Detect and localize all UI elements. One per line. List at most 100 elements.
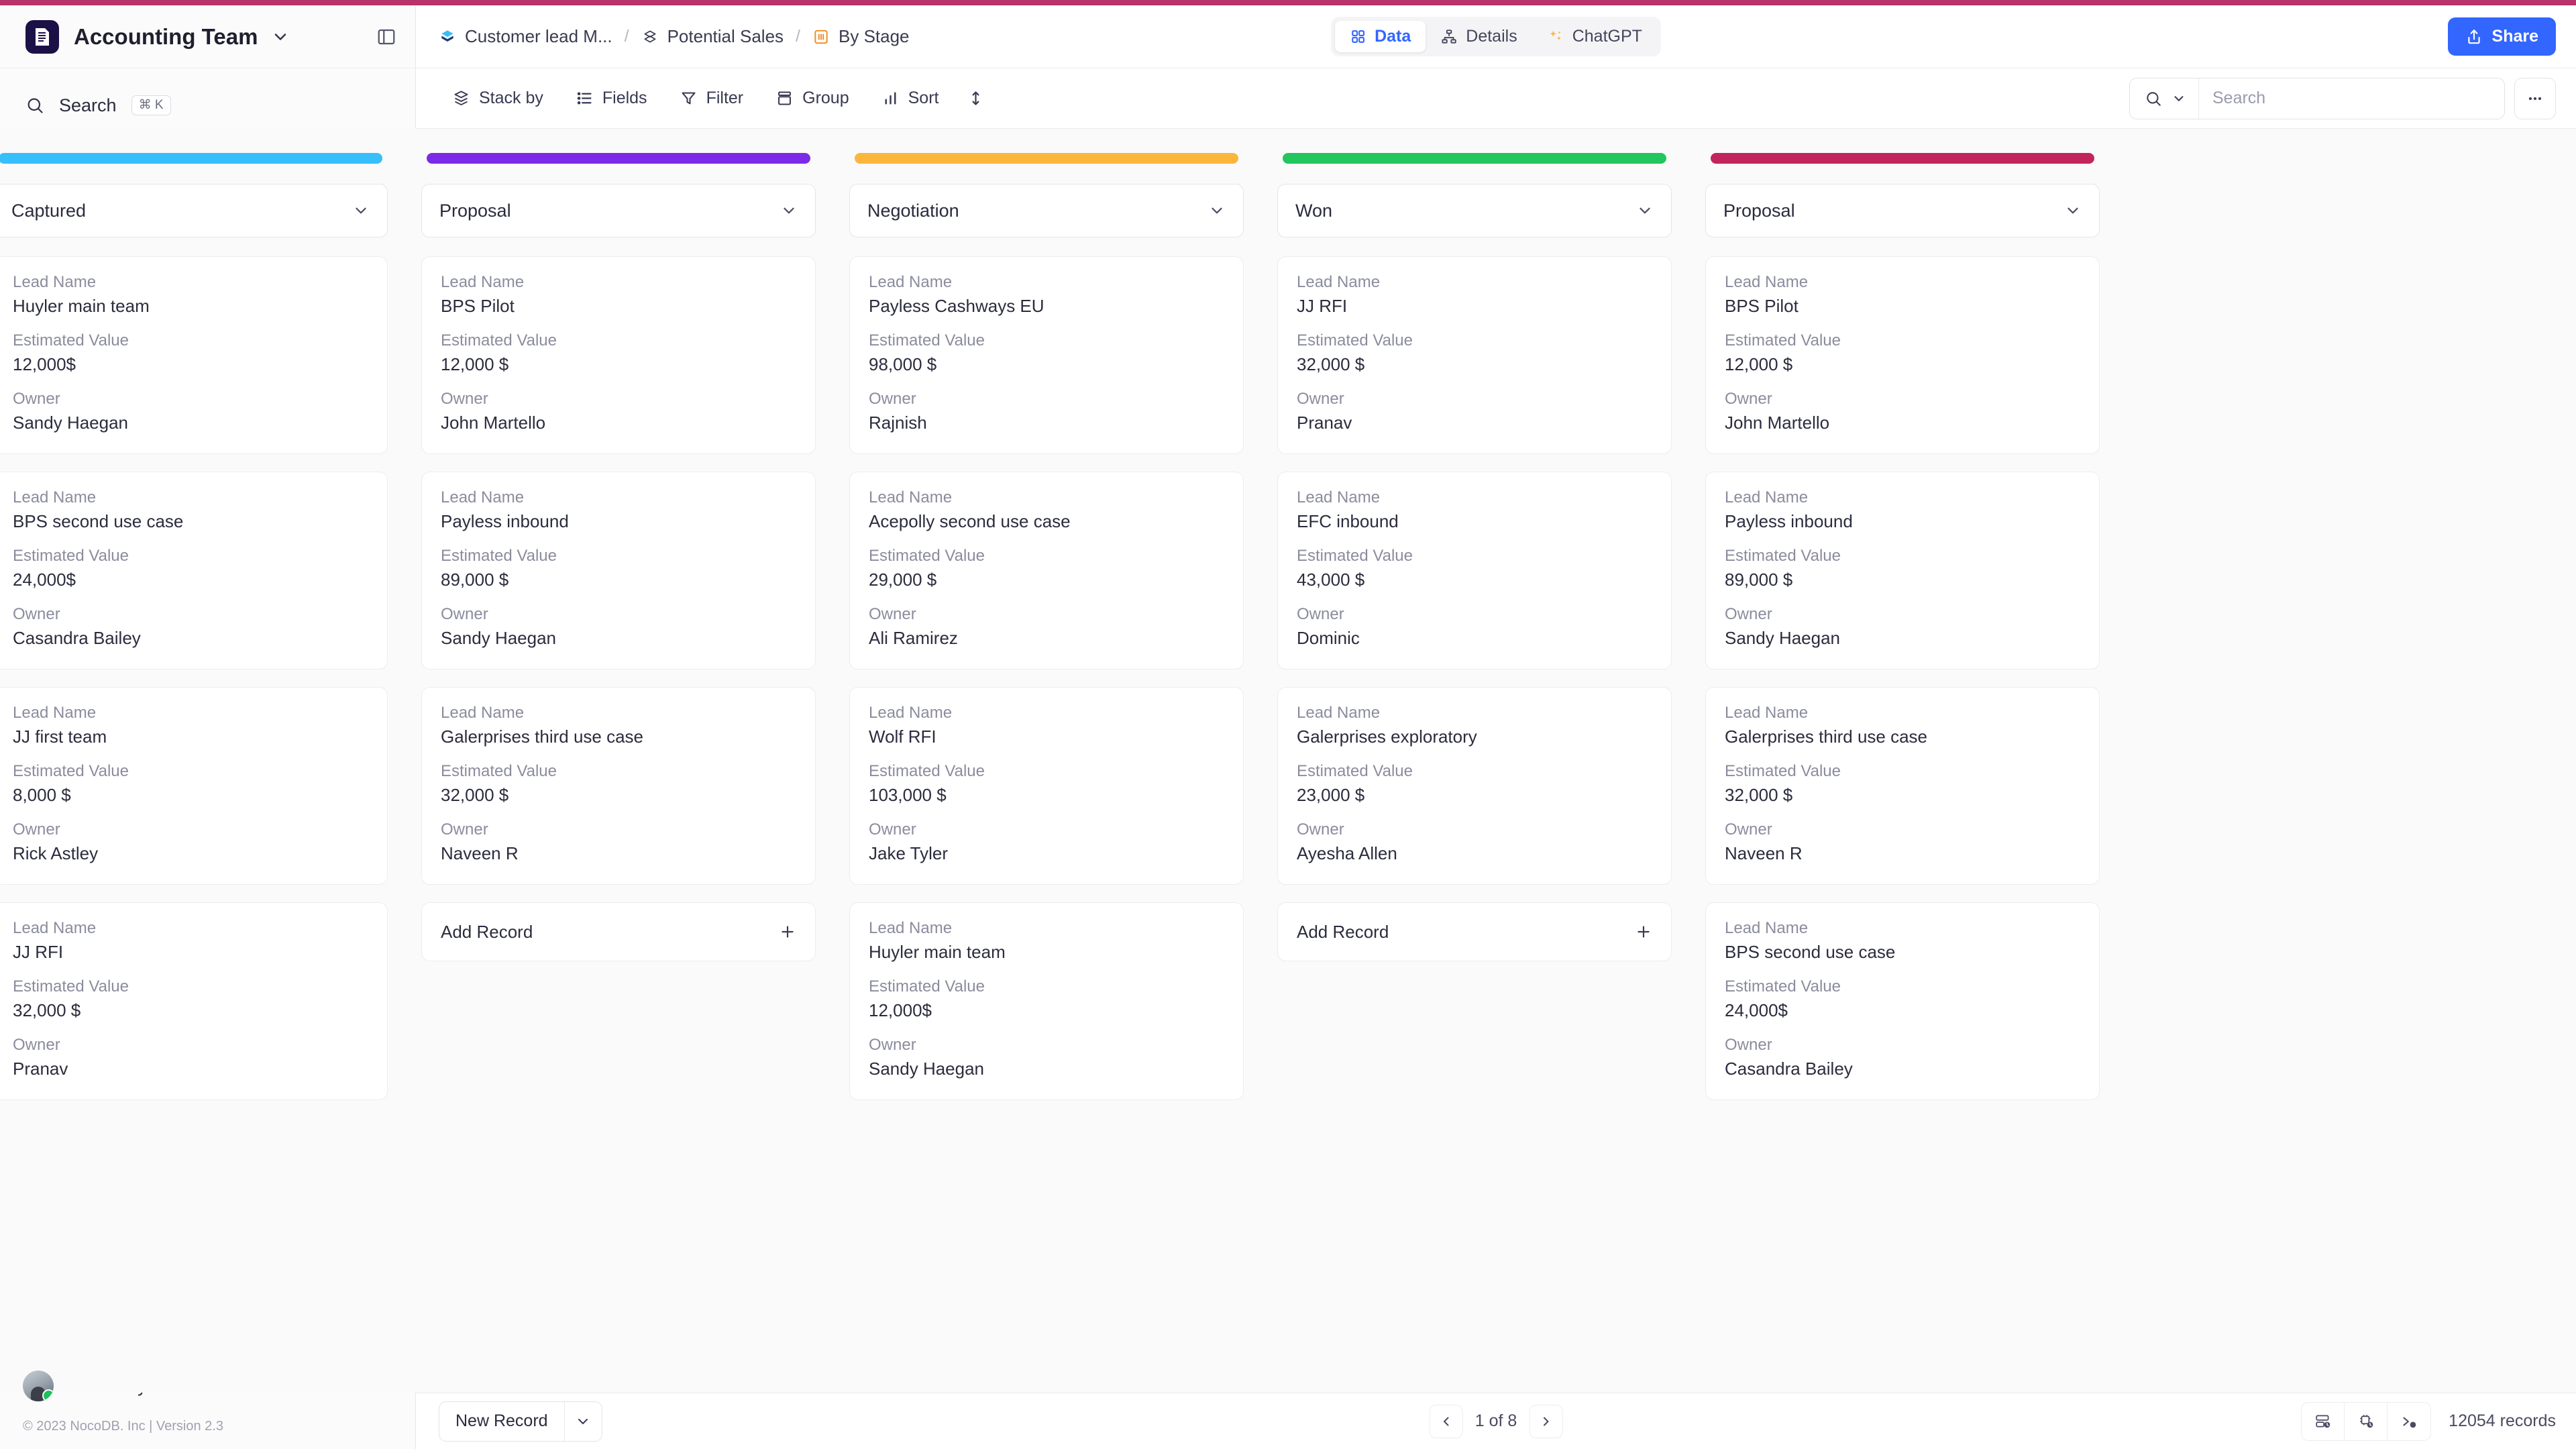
field-label-lead-name: Lead Name — [1725, 488, 2080, 507]
kanban-card[interactable]: Lead NameJJ RFIEstimated Value32,000 $Ow… — [1277, 256, 1672, 454]
prev-page-button[interactable] — [1430, 1405, 1463, 1438]
breadcrumb-separator: / — [625, 27, 629, 46]
field-label-lead-name: Lead Name — [441, 704, 796, 722]
kanban-card[interactable]: Lead NameWolf RFIEstimated Value103,000 … — [849, 687, 1244, 885]
sort-bars-icon — [881, 89, 900, 107]
chevron-down-icon[interactable] — [780, 202, 798, 219]
field-label-lead-name: Lead Name — [869, 488, 1224, 507]
api-snippet-icon[interactable] — [2387, 1403, 2430, 1440]
breadcrumb: Customer lead M... / Potential Sales / B… — [439, 26, 910, 47]
tab-data[interactable]: Data — [1335, 21, 1426, 52]
breadcrumb-table[interactable]: Potential Sales — [641, 26, 784, 47]
kanban-card[interactable]: Lead NameHuyler main teamEstimated Value… — [849, 902, 1244, 1100]
group-button[interactable]: Group — [762, 80, 862, 116]
field-label-owner: Owner — [1297, 390, 1652, 409]
field-value-lead-name: JJ RFI — [1297, 296, 1652, 317]
chevron-down-icon[interactable] — [1636, 202, 1654, 219]
field-value-lead-name: BPS second use case — [1725, 942, 2080, 963]
kanban-card[interactable]: Lead NameBPS PilotEstimated Value12,000 … — [421, 256, 816, 454]
automation-history-icon[interactable] — [2345, 1403, 2387, 1440]
next-page-button[interactable] — [1529, 1405, 1562, 1438]
search-scope-selector[interactable] — [2130, 78, 2199, 119]
kanban-card[interactable]: Lead NameGalerprises third use caseEstim… — [1705, 687, 2100, 885]
sort-button[interactable]: Sort — [868, 80, 953, 116]
chevron-down-icon[interactable] — [564, 1402, 602, 1441]
kanban-column-header[interactable]: Won — [1277, 184, 1672, 237]
new-record-button[interactable]: New Record — [439, 1401, 602, 1442]
field-value-estimated-value: 8,000 $ — [13, 785, 368, 806]
chevron-down-icon[interactable] — [271, 28, 290, 46]
kanban-column-header[interactable]: Proposal — [421, 184, 816, 237]
stack-by-button[interactable]: Stack by — [439, 80, 557, 116]
row-history-icon[interactable] — [2302, 1403, 2345, 1440]
kanban-column-header[interactable]: Negotiation — [849, 184, 1244, 237]
sidebar-toggle-icon[interactable] — [376, 27, 396, 47]
field-label-estimated-value: Estimated Value — [1297, 762, 1652, 781]
add-record-label: Add Record — [1297, 922, 1389, 943]
field-label-owner: Owner — [441, 605, 796, 624]
field-label-lead-name: Lead Name — [13, 704, 368, 722]
main-area: Customer lead M... / Potential Sales / B… — [416, 5, 2576, 1449]
field-label-lead-name: Lead Name — [1725, 704, 2080, 722]
field-value-owner: Pranav — [1297, 413, 1652, 433]
field-value-lead-name: JJ RFI — [13, 942, 368, 963]
tab-chatgpt[interactable]: ChatGPT — [1532, 21, 1657, 52]
field-value-estimated-value: 12,000 $ — [441, 354, 796, 375]
kanban-card[interactable]: Lead NameBPS PilotEstimated Value12,000 … — [1705, 256, 2100, 454]
kanban-card[interactable]: Lead NameGalerprises exploratoryEstimate… — [1277, 687, 1672, 885]
kanban-column-title: Negotiation — [867, 201, 959, 221]
kanban-column-body: Lead NameJJ RFIEstimated Value32,000 $Ow… — [1277, 256, 1672, 1393]
kanban-card[interactable]: Lead NameBPS second use caseEstimated Va… — [1705, 902, 2100, 1100]
field-value-owner: Ayesha Allen — [1297, 843, 1652, 864]
more-options-button[interactable] — [2514, 78, 2556, 119]
kanban-card[interactable]: Lead NamePayless inboundEstimated Value8… — [1705, 472, 2100, 669]
kanban-card[interactable]: Lead NameJJ first teamEstimated Value8,0… — [0, 687, 388, 885]
field-value-owner: Rajnish — [869, 413, 1224, 433]
chevron-down-icon[interactable] — [352, 202, 370, 219]
field-label-estimated-value: Estimated Value — [1725, 762, 2080, 781]
field-value-owner: John Martello — [441, 413, 796, 433]
sidebar-item-search[interactable]: Search ⌘ K — [12, 83, 403, 127]
field-label-owner: Owner — [13, 605, 368, 624]
breadcrumb-view-label: By Stage — [839, 26, 910, 47]
kanban-card[interactable]: Lead NameEFC inboundEstimated Value43,00… — [1277, 472, 1672, 669]
copyright-text: © 2023 NocoDB. Inc | Version 2.3 — [23, 1415, 392, 1434]
kanban-card[interactable]: Lead NameBPS second use caseEstimated Va… — [0, 472, 388, 669]
search-input[interactable] — [2199, 78, 2504, 119]
kanban-column-header[interactable]: Proposal — [1705, 184, 2100, 237]
breadcrumb-project[interactable]: Customer lead M... — [439, 26, 612, 47]
chevron-down-icon[interactable] — [1208, 202, 1226, 219]
breadcrumb-view[interactable]: By Stage — [812, 26, 910, 47]
field-label-owner: Owner — [1297, 605, 1652, 624]
field-label-estimated-value: Estimated Value — [13, 331, 368, 350]
pagination: 1 of 8 — [1430, 1405, 1563, 1438]
add-record-button[interactable]: Add Record — [421, 902, 816, 961]
field-label-estimated-value: Estimated Value — [1725, 547, 2080, 566]
kanban-card[interactable]: Lead NamePayless Cashways EUEstimated Va… — [849, 256, 1244, 454]
field-label-owner: Owner — [13, 1036, 368, 1055]
field-value-owner: Dominic — [1297, 628, 1652, 649]
kanban-card[interactable]: Lead NameHuyler main teamEstimated Value… — [0, 256, 388, 454]
kanban-card[interactable]: Lead NameGalerprises third use caseEstim… — [421, 687, 816, 885]
footer-tool-group — [2301, 1402, 2431, 1441]
workspace-header[interactable]: Accounting Team — [0, 5, 415, 68]
filter-button[interactable]: Filter — [666, 80, 757, 116]
field-value-estimated-value: 29,000 $ — [869, 570, 1224, 590]
breadcrumb-project-label: Customer lead M... — [465, 26, 612, 47]
add-record-button[interactable]: Add Record — [1277, 902, 1672, 961]
share-button[interactable]: Share — [2448, 17, 2556, 56]
tab-details[interactable]: Details — [1426, 21, 1532, 52]
kanban-card[interactable]: Lead NameJJ RFIEstimated Value32,000 $Ow… — [0, 902, 388, 1100]
kanban-column: Won Lead NameJJ RFIEstimated Value32,000 … — [1277, 144, 1672, 1393]
chevron-down-icon[interactable] — [2064, 202, 2082, 219]
row-height-button[interactable] — [957, 81, 994, 115]
tab-label: Data — [1375, 27, 1411, 46]
field-value-estimated-value: 103,000 $ — [869, 785, 1224, 806]
kanban-card[interactable]: Lead NameAcepolly second use caseEstimat… — [849, 472, 1244, 669]
field-label-lead-name: Lead Name — [441, 273, 796, 292]
fields-button[interactable]: Fields — [562, 80, 661, 116]
kanban-column-header[interactable]: Captured — [0, 184, 388, 237]
search-box[interactable] — [2129, 78, 2505, 119]
field-label-estimated-value: Estimated Value — [869, 977, 1224, 996]
kanban-card[interactable]: Lead NamePayless inboundEstimated Value8… — [421, 472, 816, 669]
